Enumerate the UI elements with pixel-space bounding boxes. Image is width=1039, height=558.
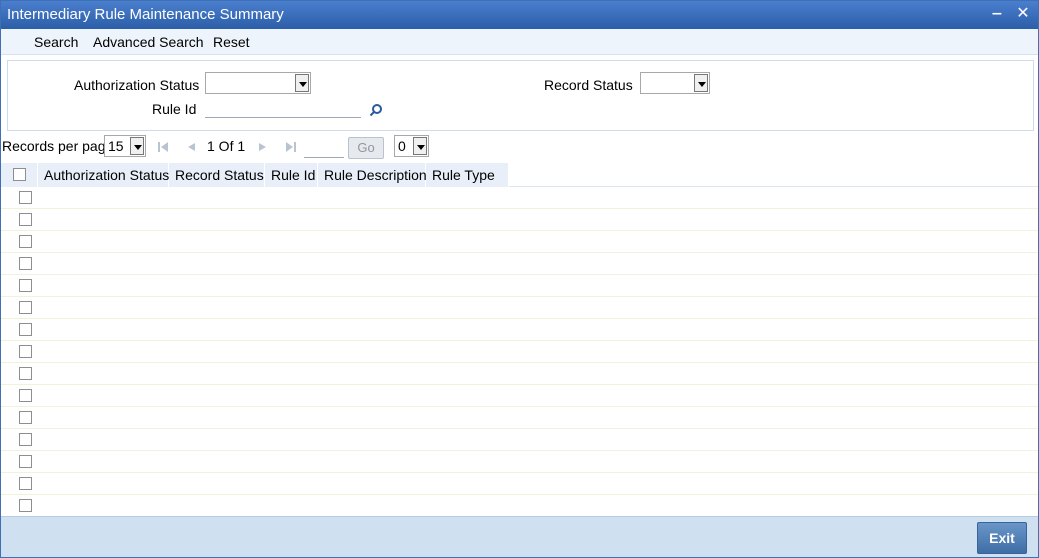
table-row[interactable] <box>1 451 1038 473</box>
records-per-page-value: 15 <box>108 138 124 154</box>
table-row[interactable] <box>1 473 1038 495</box>
title-bar: Intermediary Rule Maintenance Summary ‒ … <box>1 1 1038 29</box>
records-per-page-label: Records per page <box>2 138 114 154</box>
column-header-rule-type[interactable]: Rule Type <box>426 163 509 187</box>
search-criteria-panel: Authorization Status Record Status Rule … <box>7 60 1034 131</box>
table-row[interactable] <box>1 187 1038 209</box>
row-checkbox[interactable] <box>19 235 32 248</box>
row-checkbox[interactable] <box>19 191 32 204</box>
chevron-down-icon <box>130 137 144 155</box>
row-checkbox[interactable] <box>19 301 32 314</box>
menu-reset[interactable]: Reset <box>213 34 250 50</box>
table-row[interactable] <box>1 231 1038 253</box>
go-button[interactable]: Go <box>348 137 384 159</box>
results-table: Authorization Status Record Status Rule … <box>1 163 1038 517</box>
window-title: Intermediary Rule Maintenance Summary <box>7 6 284 23</box>
authorization-status-select[interactable] <box>205 72 311 94</box>
chevron-down-icon <box>694 74 708 92</box>
footer-bar: Exit <box>1 516 1038 557</box>
pagination-bar: Records per page 15 1 Of 1 Go 0 <box>1 132 1038 162</box>
table-row[interactable] <box>1 275 1038 297</box>
chevron-down-icon <box>413 137 427 155</box>
row-checkbox[interactable] <box>19 323 32 336</box>
minimize-icon[interactable]: ‒ <box>987 4 1007 24</box>
select-all-checkbox[interactable] <box>13 168 26 181</box>
chevron-down-icon <box>295 74 309 92</box>
last-page-icon[interactable] <box>285 141 297 153</box>
rule-id-input[interactable] <box>205 98 361 118</box>
table-row[interactable] <box>1 495 1038 517</box>
previous-page-icon[interactable] <box>185 141 197 153</box>
row-checkbox[interactable] <box>19 257 32 270</box>
table-row[interactable] <box>1 385 1038 407</box>
row-checkbox[interactable] <box>19 411 32 424</box>
table-row[interactable] <box>1 429 1038 451</box>
record-status-select[interactable] <box>640 72 710 94</box>
column-header-record-status[interactable]: Record Status <box>169 163 265 187</box>
row-checkbox[interactable] <box>19 279 32 292</box>
summary-window: Intermediary Rule Maintenance Summary ‒ … <box>0 0 1039 558</box>
next-page-icon[interactable] <box>257 141 269 153</box>
column-header-authorization-status[interactable]: Authorization Status <box>38 163 169 187</box>
table-row[interactable] <box>1 253 1038 275</box>
page-number-input[interactable] <box>304 138 344 158</box>
page-jump-value: 0 <box>398 138 406 154</box>
rule-id-label: Rule Id <box>152 101 197 117</box>
first-page-icon[interactable] <box>157 141 169 153</box>
authorization-status-label: Authorization Status <box>74 77 200 93</box>
page-jump-select[interactable]: 0 <box>394 135 429 157</box>
row-checkbox[interactable] <box>19 433 32 446</box>
row-checkbox[interactable] <box>19 345 32 358</box>
row-checkbox[interactable] <box>19 499 32 512</box>
records-per-page-select[interactable]: 15 <box>104 135 146 157</box>
table-row[interactable] <box>1 407 1038 429</box>
row-checkbox[interactable] <box>19 389 32 402</box>
table-row[interactable] <box>1 209 1038 231</box>
menu-search[interactable]: Search <box>34 34 78 50</box>
table-row[interactable] <box>1 319 1038 341</box>
page-info: 1 Of 1 <box>207 138 246 154</box>
close-icon[interactable]: ✕ <box>1013 4 1033 24</box>
search-icon[interactable] <box>369 103 383 117</box>
row-checkbox[interactable] <box>19 455 32 468</box>
row-checkbox[interactable] <box>19 367 32 380</box>
table-row[interactable] <box>1 297 1038 319</box>
row-checkbox[interactable] <box>19 213 32 226</box>
exit-button[interactable]: Exit <box>977 522 1027 554</box>
table-row[interactable] <box>1 341 1038 363</box>
menu-bar: Search Advanced Search Reset <box>1 29 1038 55</box>
row-checkbox[interactable] <box>19 477 32 490</box>
column-header-rule-description[interactable]: Rule Description <box>318 163 427 187</box>
record-status-label: Record Status <box>544 77 633 93</box>
select-all-header <box>1 163 38 187</box>
menu-advanced-search[interactable]: Advanced Search <box>93 34 204 50</box>
column-header-rule-id[interactable]: Rule Id <box>265 163 318 187</box>
table-header: Authorization Status Record Status Rule … <box>1 163 1038 187</box>
table-row[interactable] <box>1 363 1038 385</box>
